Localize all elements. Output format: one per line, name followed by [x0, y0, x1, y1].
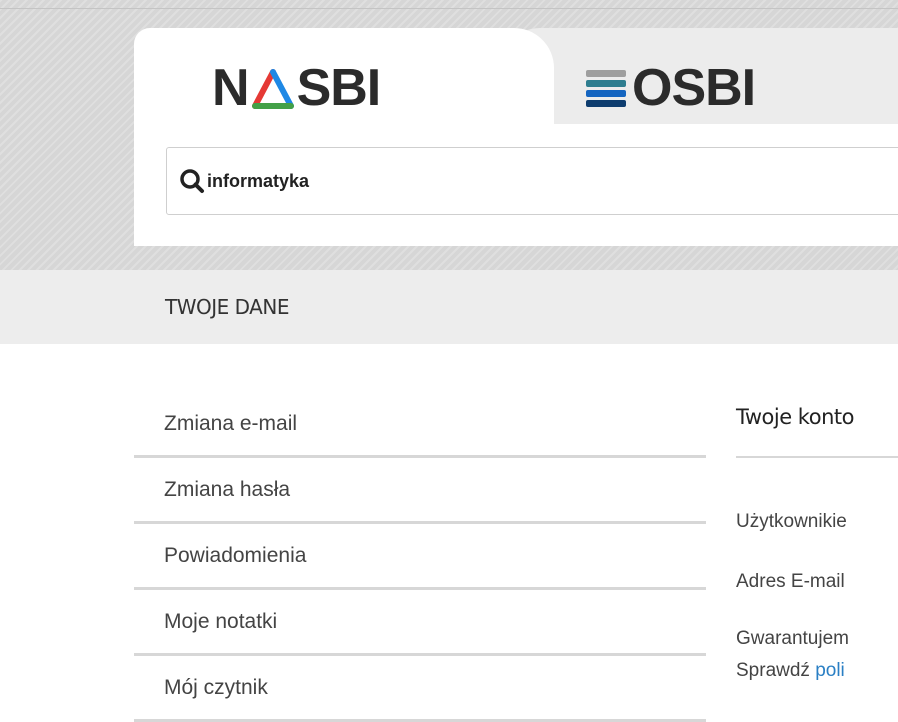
policy-text-prefix: Sprawdź [736, 660, 816, 681]
nasbi-logo-text-sbi: SBI [296, 59, 382, 117]
menu-item-my-notes[interactable]: Moje notatki [134, 590, 706, 656]
osbi-logo[interactable]: OSBI [584, 58, 756, 118]
content-divider [736, 456, 898, 458]
menu-item-label: Moje notatki [164, 609, 278, 633]
menu-item-label: Powiadomienia [164, 543, 307, 567]
menu-item-label: Zmiana hasła [164, 477, 291, 501]
section-header-bar [0, 270, 898, 344]
menu-item-label: Zmiana e-mail [164, 411, 298, 435]
menu-item-notifications[interactable]: Powiadomienia [134, 524, 706, 590]
osbi-logo-text: OSBI [632, 59, 756, 117]
nasbi-logo[interactable]: N SBI [212, 58, 382, 118]
search-icon[interactable] [179, 168, 205, 194]
header-top-border [0, 8, 898, 9]
account-menu: Zmiana e-mail Zmiana hasła Powiadomienia… [134, 392, 706, 722]
policy-text: Sprawdź poli [736, 660, 845, 682]
guarantee-text: Gwarantujem [736, 628, 849, 649]
menu-item-my-reader[interactable]: Mój czytnik [134, 656, 706, 722]
section-title: TWOJE DANE [165, 295, 289, 319]
menu-item-change-email[interactable]: Zmiana e-mail [134, 392, 706, 458]
username-label: Użytkownikie [736, 511, 847, 532]
account-section-title: Twoje konto [736, 405, 854, 429]
policy-link[interactable]: poli [815, 660, 845, 681]
search-box[interactable] [166, 147, 898, 215]
email-label: Adres E-mail [736, 571, 845, 592]
menu-item-label: Mój czytnik [164, 675, 268, 699]
menu-item-change-password[interactable]: Zmiana hasła [134, 458, 706, 524]
search-input[interactable] [207, 170, 807, 192]
nasbi-logo-text-n: N [212, 59, 250, 117]
osbi-stack-icon [586, 70, 626, 107]
nasbi-triangle-icon [251, 69, 294, 109]
